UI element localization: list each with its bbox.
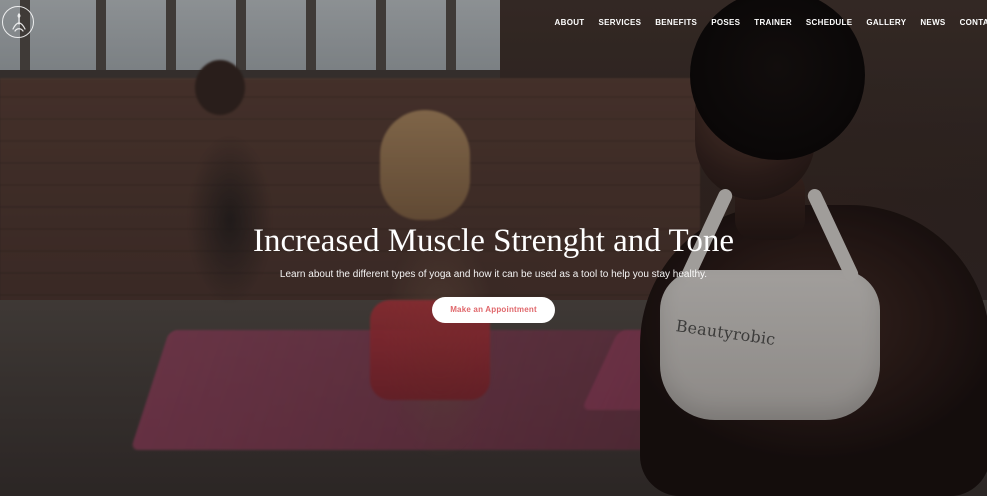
nav-menu: ABOUT SERVICES BENEFITS POSES TRAINER SC… — [555, 14, 987, 32]
make-appointment-button[interactable]: Make an Appointment — [432, 297, 555, 323]
top-navigation: ABOUT SERVICES BENEFITS POSES TRAINER SC… — [0, 0, 987, 50]
nav-item-services[interactable]: SERVICES — [599, 14, 642, 32]
nav-item-benefits[interactable]: BENEFITS — [655, 14, 697, 32]
hero-subtitle: Learn about the different types of yoga … — [279, 269, 708, 280]
nav-item-trainer[interactable]: TRAINER — [754, 14, 792, 32]
hero-content: Increased Muscle Strenght and Tone Learn… — [0, 220, 987, 323]
nav-item-gallery[interactable]: GALLERY — [866, 14, 906, 32]
hero-title: Increased Muscle Strenght and Tone — [253, 223, 734, 259]
nav-item-about[interactable]: ABOUT — [555, 14, 585, 32]
nav-item-poses[interactable]: POSES — [711, 14, 740, 32]
nav-item-contact[interactable]: CONTAC — [960, 14, 987, 32]
nav-item-news[interactable]: NEWS — [920, 14, 945, 32]
nav-item-schedule[interactable]: SCHEDULE — [806, 14, 852, 32]
yoga-logo-icon[interactable] — [2, 6, 34, 38]
